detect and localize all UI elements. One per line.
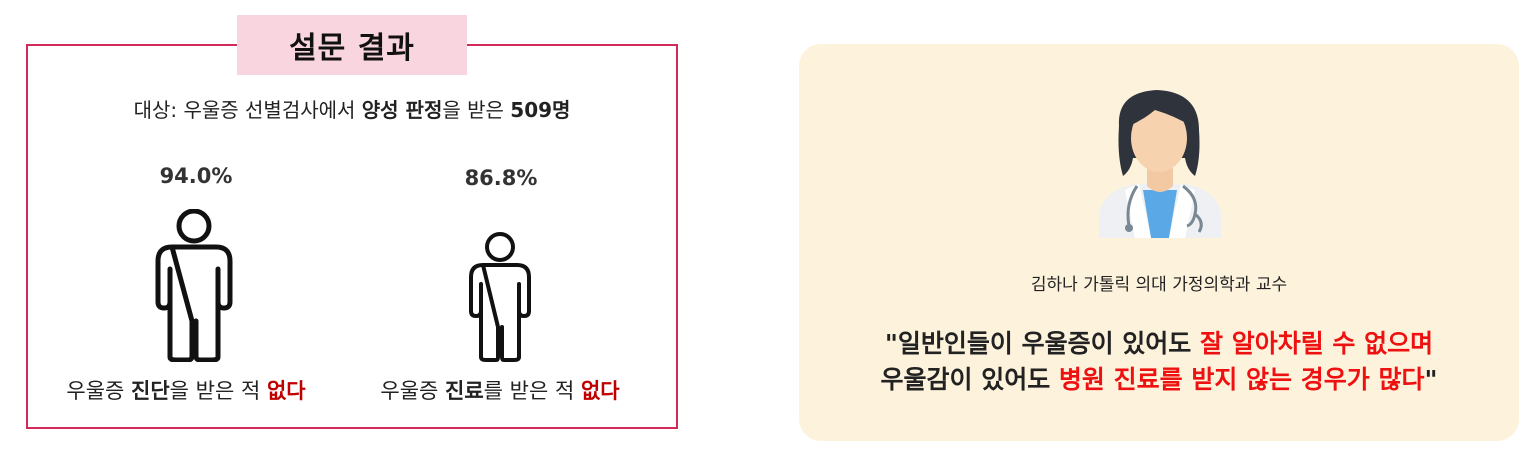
stat-label-bold: 진단 xyxy=(131,379,170,403)
stat-value-treatment: 86.8% xyxy=(464,166,538,190)
subject-mid: 을 받은 xyxy=(442,98,511,122)
stat-value-diagnosis: 94.0% xyxy=(159,164,233,188)
quote-part: "일반인들이 우울증이 있어도 xyxy=(884,329,1200,358)
quote-highlight: 병원 진료를 받지 않는 경우가 많다 xyxy=(1058,365,1425,394)
stat-label-part: 우울증 xyxy=(66,379,132,403)
stat-label-negative: 없다 xyxy=(266,379,306,403)
stat-label-part: 를 받은 적 xyxy=(483,379,581,403)
subject-bold-positive: 양성 판정 xyxy=(361,98,443,122)
stat-label-treatment: 우울증 진료를 받은 적 없다 xyxy=(350,375,650,405)
stat-label-part: 우울증 xyxy=(380,379,446,403)
quote-text: "일반인들이 우울증이 있어도 잘 알아차릴 수 없으며 우울감이 있어도 병원… xyxy=(799,326,1519,398)
person-icon-large xyxy=(155,209,233,362)
doctor-avatar-icon xyxy=(1099,90,1221,238)
quote-highlight: 잘 알아차릴 수 없으며 xyxy=(1200,329,1434,358)
quote-part: " xyxy=(1424,365,1438,394)
stat-label-bold: 진료 xyxy=(445,379,484,403)
doctor-name: 김하나 가톨릭 의대 가정의학과 교수 xyxy=(1030,275,1288,295)
quote-part: 우울감이 있어도 xyxy=(880,365,1059,394)
quote-line-2: 우울감이 있어도 병원 진료를 받지 않는 경우가 많다" xyxy=(799,362,1519,398)
subject-bold-count: 509명 xyxy=(510,98,571,122)
survey-subject: 대상: 우울증 선별검사에서 양성 판정을 받은 509명 xyxy=(26,94,678,123)
survey-title: 설문 결과 xyxy=(237,15,467,75)
quote-line-1: "일반인들이 우울증이 있어도 잘 알아차릴 수 없으며 xyxy=(799,326,1519,362)
stat-label-part: 을 받은 적 xyxy=(169,379,267,403)
stat-label-negative: 없다 xyxy=(580,379,620,403)
stat-label-diagnosis: 우울증 진단을 받은 적 없다 xyxy=(36,375,336,405)
subject-prefix: 대상: 우울증 선별검사에서 xyxy=(133,98,362,122)
person-icon-small xyxy=(469,232,531,362)
